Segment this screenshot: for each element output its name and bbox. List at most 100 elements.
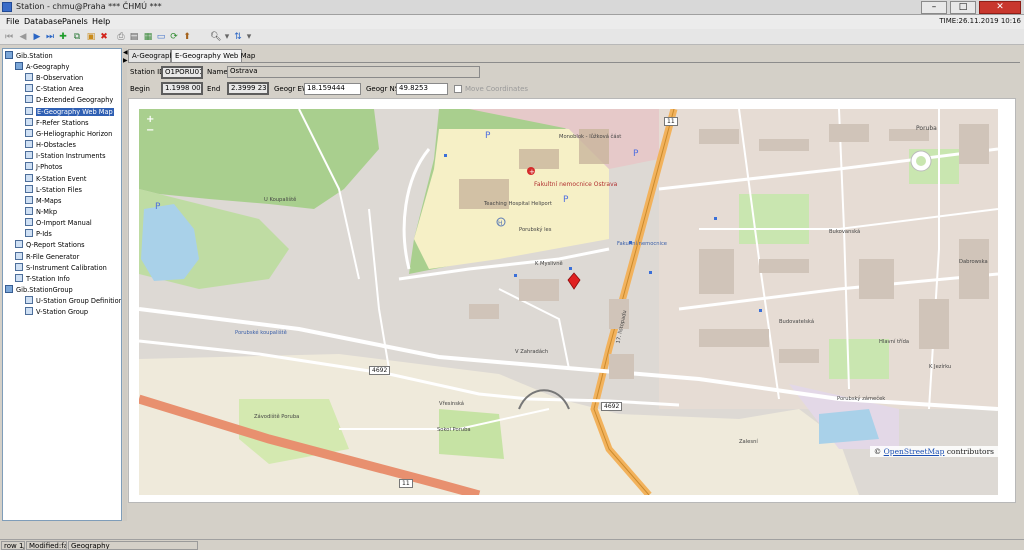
title-bar: Station - chmu@Praha *** ČHMÚ *** – □ ✕ — [0, 0, 1024, 15]
tab-divider — [128, 62, 1020, 63]
clock-display: TIME:26.11.2019 10:16 — [939, 17, 1021, 25]
tab-a-geography[interactable]: A-Geography — [128, 49, 178, 62]
menu-file[interactable]: File — [6, 17, 19, 26]
tree-item-label: S-Instrument Calibration — [26, 263, 107, 272]
table-icon — [25, 140, 33, 149]
tree-item[interactable]: S-Instrument Calibration — [15, 262, 107, 274]
maximize-button[interactable]: □ — [950, 1, 976, 14]
table-icon — [25, 173, 33, 182]
tree-item[interactable]: L-Station Files — [25, 184, 82, 196]
tree-item[interactable]: D-Extended Geography — [25, 95, 113, 106]
map-label-dabrowska: Dabrowska — [959, 259, 988, 265]
close-button[interactable]: ✕ — [979, 1, 1021, 14]
tree-item[interactable]: I-Station Instruments — [25, 151, 106, 162]
collapse-left-icon[interactable]: ◀ — [123, 50, 128, 56]
road-number-11-north: 11 — [664, 117, 678, 126]
attribution-suffix: contributors — [946, 447, 994, 456]
tree-item[interactable]: V-Station Group — [25, 307, 88, 318]
move-coordinates-checkbox[interactable] — [454, 85, 462, 93]
tree-item-label: G-Heliographic Horizon — [36, 129, 113, 138]
zoom-out-button[interactable]: − — [146, 125, 154, 136]
map-label-k-myslivne: K Myslivně — [535, 261, 563, 267]
table-icon — [15, 240, 23, 249]
tree-item-label: O-Import Manual — [36, 219, 92, 228]
menu-database[interactable]: Database — [24, 17, 62, 26]
import-icon[interactable]: ▣ — [86, 32, 96, 42]
tree-item[interactable]: P-Ids — [25, 229, 52, 240]
map-label-budovatelska: Budovatelská — [779, 319, 815, 325]
tree-item[interactable]: B-Observation — [25, 73, 83, 84]
prev-record-icon[interactable]: ◀ — [18, 32, 28, 42]
tree-item[interactable]: C-Station Area — [25, 84, 84, 95]
map-label-fakultni-stop: Fakultní nemocnice — [617, 241, 668, 247]
name-field[interactable]: Ostrava — [227, 66, 480, 78]
delete-icon[interactable]: ✖ — [99, 32, 109, 42]
panel-splitter[interactable]: ◀ ▶ — [123, 48, 128, 521]
table-icon — [25, 151, 33, 160]
attribution-copyright: © — [873, 447, 882, 456]
tree-item[interactable]: J-Photos — [25, 162, 62, 173]
tree-item[interactable]: H-Obstacles — [25, 140, 76, 151]
tab-e-geography-web-map[interactable]: E-Geography Web Map — [171, 49, 255, 62]
table-icon — [25, 229, 33, 238]
tree-item-label: V-Station Group — [36, 308, 89, 317]
map-label-monoblok: Monoblok - lůžková část — [559, 134, 622, 140]
map-label-porubske-koupaliste: Porubské koupaliště — [235, 330, 287, 336]
export-icon[interactable]: ⬆ — [182, 32, 192, 42]
table-icon — [25, 84, 33, 93]
tree-item[interactable]: R-File Generator — [15, 251, 79, 263]
tree-item-label: P-Ids — [36, 230, 52, 239]
map-label-k-jezirku: K Jezírku — [929, 364, 952, 370]
filter-icon[interactable]: ▾ — [222, 32, 232, 42]
tree-root[interactable]: Gib.Station — [5, 51, 53, 62]
tree-item[interactable]: T-Station Info — [15, 273, 70, 285]
tree-item[interactable]: Gib.StationGroup — [5, 285, 73, 296]
print-icon[interactable]: ⎙ — [116, 32, 126, 42]
copy-icon[interactable]: ⧉ — [72, 32, 82, 42]
window-icon[interactable]: ▭ — [156, 32, 166, 42]
menu-help[interactable]: Help — [92, 17, 110, 26]
geogr-ns-field[interactable]: 49.8253 — [396, 83, 448, 95]
collapse-right-icon[interactable]: ▶ — [123, 58, 128, 64]
station-app-window: Station - chmu@Praha *** ČHMÚ *** – □ ✕ … — [0, 0, 1024, 550]
zoom-in-button[interactable]: + — [146, 114, 154, 125]
tree-item[interactable]: Q-Report Stations — [15, 240, 85, 251]
table-icon — [25, 106, 33, 115]
tree-item[interactable]: F-Refer Stations — [25, 117, 89, 129]
tree-item-label: Gib.StationGroup — [16, 286, 73, 294]
tree-item[interactable]: O-Import Manual — [25, 218, 92, 229]
tree-item[interactable]: E-Geography Web Map — [25, 106, 114, 118]
tree-item[interactable]: M-Maps — [25, 195, 61, 207]
status-row: row 1/2 — [1, 541, 25, 550]
add-icon[interactable]: ✚ — [58, 32, 68, 42]
svg-text:P: P — [633, 149, 639, 159]
refresh-icon[interactable]: ⟳ — [169, 32, 179, 42]
map-attribution: © OpenStreetMap contributors — [869, 446, 998, 457]
end-field[interactable]: 2.3999 23:59 — [227, 82, 269, 95]
map-label-sokol: Sokol Poruba — [437, 427, 471, 433]
begin-field[interactable]: 1.1998 00:00 — [161, 82, 203, 95]
sort-menu-icon[interactable]: ▾ — [244, 32, 254, 42]
station-id-field[interactable]: O1PORU01 — [161, 66, 203, 79]
grid-icon[interactable]: ▦ — [143, 32, 153, 42]
tree-item[interactable]: U-Station Group Definition — [25, 296, 121, 307]
view-icon[interactable]: ▤ — [129, 32, 139, 42]
svg-text:P: P — [155, 202, 161, 212]
tree-item[interactable]: A-Geography — [15, 62, 69, 73]
sort-icon[interactable]: ⇅ — [233, 32, 243, 42]
tree-item[interactable]: G-Heliographic Horizon — [25, 128, 113, 140]
first-record-icon[interactable]: ⏮ — [4, 32, 14, 42]
next-record-icon[interactable]: ▶ — [32, 32, 42, 42]
tree-item[interactable]: N-Mkp — [25, 206, 57, 218]
map-label-bukovanska: Bukovanská — [829, 229, 861, 235]
last-record-icon[interactable]: ⏭ — [45, 32, 55, 42]
search-icon[interactable]: 🔍︎ — [210, 32, 221, 42]
tree-item[interactable]: K-Station Event — [25, 173, 86, 185]
tree-item-label: D-Extended Geography — [36, 96, 114, 105]
openstreetmap-link[interactable]: OpenStreetMap — [884, 447, 945, 456]
web-map[interactable]: + H P P P P + − Fakultní nemocnice Ostra… — [139, 109, 998, 495]
menu-panels[interactable]: Panels — [62, 17, 88, 26]
minimize-button[interactable]: – — [921, 1, 947, 14]
toolbar: ⏮ ◀ ▶ ⏭ ✚ ⧉ ▣ ✖ ⎙ ▤ ▦ ▭ ⟳ ⬆ 🔍︎ ▾ ⇅ ▾ — [0, 29, 1024, 45]
geogr-ew-field[interactable]: 18.159444 — [304, 83, 361, 95]
